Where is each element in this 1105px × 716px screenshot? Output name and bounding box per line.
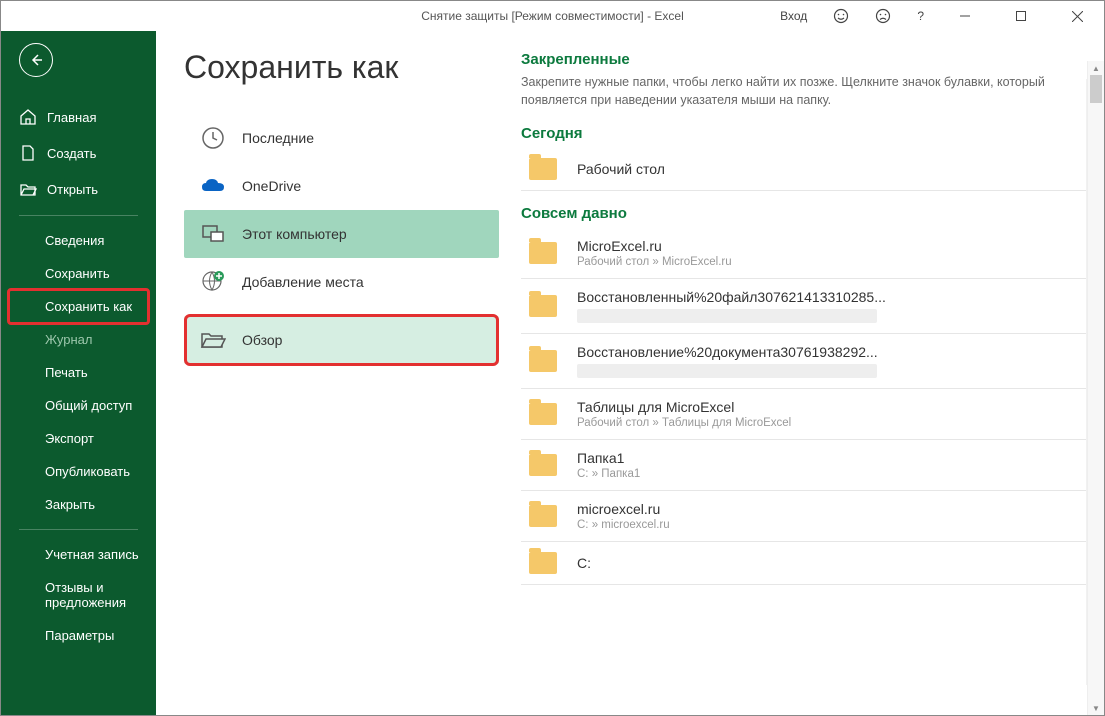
nav-print[interactable]: Печать — [1, 356, 156, 389]
folder-icon — [529, 295, 557, 317]
scroll-up-icon[interactable]: ▲ — [1088, 61, 1104, 75]
nav-save-as[interactable]: Сохранить как — [1, 290, 156, 323]
signin-link[interactable]: Вход — [772, 5, 815, 27]
backstage-sidebar: Главная Создать Открыть Сведения Сохрани… — [1, 31, 156, 715]
nav-publish[interactable]: Опубликовать — [1, 455, 156, 488]
face-smile-icon[interactable] — [825, 4, 857, 28]
folder-icon — [529, 505, 557, 527]
folder-item[interactable]: Папка1C: » Папка1 — [521, 440, 1092, 491]
scroll-down-icon[interactable]: ▼ — [1088, 701, 1104, 715]
folder-item[interactable]: Восстановление%20документа30761938292... — [521, 334, 1092, 389]
location-browse[interactable]: Обзор — [184, 316, 499, 364]
folder-item[interactable]: MicroExcel.ruРабочий стол » MicroExcel.r… — [521, 228, 1092, 279]
location-thispc[interactable]: Этот компьютер — [184, 210, 499, 258]
clock-icon — [200, 125, 226, 151]
folders-panel: Закрепленные Закрепите нужные папки, что… — [499, 49, 1104, 715]
nav-info[interactable]: Сведения — [1, 224, 156, 257]
folder-item[interactable]: Таблицы для MicroExcelРабочий стол » Таб… — [521, 389, 1092, 440]
face-sad-icon[interactable] — [867, 4, 899, 28]
nav-share[interactable]: Общий доступ — [1, 389, 156, 422]
location-onedrive[interactable]: OneDrive — [184, 162, 499, 210]
maximize-button[interactable] — [998, 2, 1044, 30]
section-today: Сегодня — [521, 125, 1092, 142]
nav-save[interactable]: Сохранить — [1, 257, 156, 290]
location-addplace[interactable]: Добавление места — [184, 258, 499, 306]
window-title: Снятие защиты [Режим совместимости] - Ex… — [421, 9, 684, 23]
open-icon — [19, 180, 37, 198]
folder-item[interactable]: microexcel.ruC: » microexcel.ru — [521, 491, 1092, 542]
folder-item[interactable]: Восстановленный%20файл307621413310285... — [521, 279, 1092, 334]
add-place-icon — [200, 269, 226, 295]
folder-desktop[interactable]: Рабочий стол — [521, 148, 1092, 191]
minimize-button[interactable] — [942, 2, 988, 30]
redacted-path — [577, 309, 877, 323]
nav-home[interactable]: Главная — [1, 99, 156, 135]
nav-history: Журнал — [1, 323, 156, 356]
scroll-thumb[interactable] — [1090, 75, 1102, 103]
page-title: Сохранить как — [184, 49, 499, 86]
outer-scrollbar[interactable]: ▲ ▼ — [1087, 61, 1104, 715]
help-icon[interactable]: ? — [909, 5, 932, 27]
redacted-path — [577, 364, 877, 378]
separator — [19, 529, 138, 530]
main-panel: Сохранить как Последние OneDrive Этот ко… — [156, 31, 1104, 715]
nav-account[interactable]: Учетная запись — [1, 538, 156, 571]
nav-new[interactable]: Создать — [1, 135, 156, 171]
section-older: Совсем давно — [521, 205, 1092, 222]
close-button[interactable] — [1054, 2, 1100, 30]
nav-options[interactable]: Параметры — [1, 619, 156, 652]
folder-icon — [529, 158, 557, 180]
folder-item[interactable]: C: — [521, 542, 1092, 585]
nav-close[interactable]: Закрыть — [1, 488, 156, 521]
onedrive-icon — [200, 173, 226, 199]
nav-feedback[interactable]: Отзывы и предложения — [1, 571, 156, 619]
back-button[interactable] — [19, 43, 53, 77]
folder-open-icon — [200, 327, 226, 353]
section-pinned: Закрепленные — [521, 51, 1092, 68]
separator — [19, 215, 138, 216]
location-recent[interactable]: Последние — [184, 114, 499, 162]
home-icon — [19, 108, 37, 126]
save-locations: Последние OneDrive Этот компьютер Добавл… — [184, 114, 499, 364]
pc-icon — [200, 221, 226, 247]
folder-icon — [529, 454, 557, 476]
folder-icon — [529, 403, 557, 425]
nav-export[interactable]: Экспорт — [1, 422, 156, 455]
title-bar: Снятие защиты [Режим совместимости] - Ex… — [1, 1, 1104, 31]
nav-open[interactable]: Открыть — [1, 171, 156, 207]
pinned-description: Закрепите нужные папки, чтобы легко найт… — [521, 74, 1092, 109]
folder-icon — [529, 552, 557, 574]
folder-icon — [529, 350, 557, 372]
new-icon — [19, 144, 37, 162]
folder-icon — [529, 242, 557, 264]
